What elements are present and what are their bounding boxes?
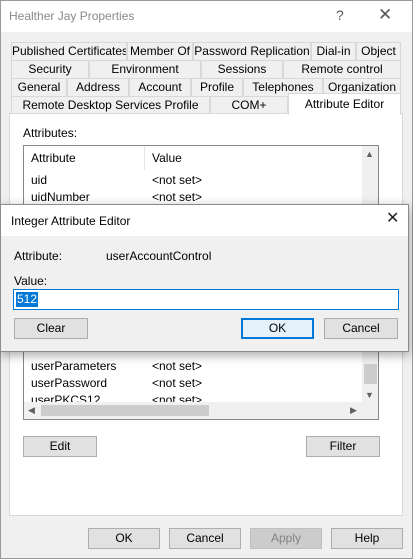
attribute-label: Attribute: (14, 249, 63, 263)
tab-member-of[interactable]: Member Of (127, 42, 193, 60)
attribute-name: userPassword (31, 376, 108, 390)
attribute-value: <not set> (152, 173, 203, 187)
dialog-title: Integer Attribute Editor (11, 214, 131, 228)
list-item[interactable]: uid <not set> (24, 172, 362, 189)
tab-address[interactable]: Address (67, 78, 129, 96)
attributes-label: Attributes: (23, 126, 78, 140)
tab-attribute-editor[interactable]: Attribute Editor (288, 93, 401, 115)
tab-com-plus[interactable]: COM+ (210, 96, 288, 114)
scrollbar-corner (362, 402, 378, 419)
vertical-scroll-thumb[interactable] (364, 364, 377, 384)
tab-remote-control[interactable]: Remote control (283, 60, 401, 78)
column-header-value[interactable]: Value (145, 146, 363, 170)
scroll-left-icon[interactable]: ◀ (28, 405, 35, 416)
value-label: Value: (14, 274, 48, 288)
window-title: Healther Jay Properties (9, 9, 135, 23)
tab-sessions[interactable]: Sessions (201, 60, 283, 78)
edit-button[interactable]: Edit (23, 436, 97, 457)
apply-button[interactable]: Apply (250, 528, 322, 549)
dialog-cancel-button[interactable]: Cancel (324, 318, 398, 339)
tab-object[interactable]: Object (356, 42, 401, 60)
integer-attribute-editor-dialog: Integer Attribute Editor ✕ Attribute: us… (0, 204, 409, 352)
value-input[interactable]: 512 (13, 289, 399, 310)
list-item[interactable]: userPassword <not set> (24, 375, 362, 392)
dialog-ok-button[interactable]: OK (241, 318, 314, 339)
help-button[interactable]: Help (331, 528, 403, 549)
tab-dial-in[interactable]: Dial-in (311, 42, 356, 60)
column-header-attribute[interactable]: Attribute (24, 146, 145, 170)
attribute-value: <not set> (152, 359, 203, 373)
filter-button[interactable]: Filter (306, 436, 380, 457)
cancel-button[interactable]: Cancel (169, 528, 241, 549)
scroll-right-icon[interactable]: ▶ (350, 405, 357, 416)
help-icon[interactable]: ? (336, 7, 344, 23)
ok-button[interactable]: OK (88, 528, 160, 549)
attribute-value: <not set> (152, 376, 203, 390)
scroll-down-icon[interactable]: ▼ (365, 390, 374, 400)
dialog-title-bar: Integer Attribute Editor ✕ (1, 205, 408, 236)
scroll-up-icon[interactable]: ▲ (365, 149, 374, 159)
tab-account[interactable]: Account (129, 78, 191, 96)
tab-security[interactable]: Security (11, 60, 89, 78)
dialog-close-icon[interactable]: ✕ (386, 210, 399, 228)
tab-published-certificates[interactable]: Published Certificates (11, 42, 127, 60)
attribute-name: uid (31, 173, 48, 187)
tab-remote-desktop-services-profile[interactable]: Remote Desktop Services Profile (11, 96, 210, 114)
list-item[interactable]: userParameters <not set> (24, 358, 362, 375)
tab-password-replication[interactable]: Password Replication (193, 42, 311, 60)
value-input-text: 512 (16, 292, 39, 307)
attribute-name-value: userAccountControl (106, 249, 212, 263)
clear-button[interactable]: Clear (14, 318, 88, 339)
tab-profile[interactable]: Profile (191, 78, 243, 96)
attribute-name: userParameters (31, 359, 117, 373)
tab-general[interactable]: General (11, 78, 67, 96)
close-icon[interactable]: ✕ (378, 5, 392, 25)
title-bar: Healther Jay Properties ? ✕ (1, 1, 412, 32)
horizontal-scrollbar[interactable]: ◀ ▶ (24, 402, 362, 419)
tab-environment[interactable]: Environment (89, 60, 201, 78)
horizontal-scroll-thumb[interactable] (41, 405, 209, 416)
